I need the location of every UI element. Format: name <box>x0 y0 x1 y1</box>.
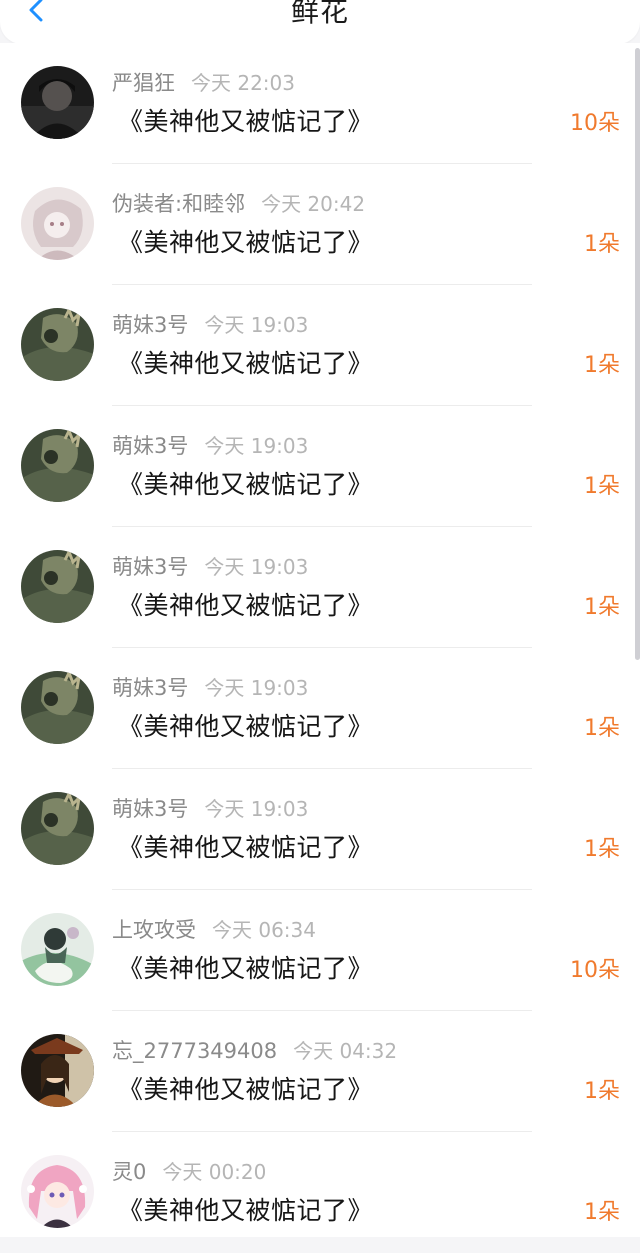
book-title: 《美神他又被惦记了》 <box>118 1075 374 1104</box>
flower-count: 1朵 <box>584 837 620 862</box>
timestamp: 今天 19:03 <box>204 797 309 821</box>
timestamp: 今天 20:42 <box>261 192 366 216</box>
user-name: 萌妹3号 今天 19:03 <box>112 434 309 458</box>
flower-count: 10朵 <box>570 111 620 136</box>
flower-count: 1朵 <box>584 232 620 257</box>
avatar[interactable] <box>21 550 94 623</box>
book-title: 《美神他又被惦记了》 <box>118 833 374 862</box>
flower-count: 1朵 <box>584 1079 620 1104</box>
list-item[interactable]: 伪装者:和睦邻 今天 20:42 《美神他又被惦记了》 1朵 <box>0 164 640 285</box>
scrollbar[interactable] <box>635 48 640 660</box>
list-item[interactable]: 萌妹3号 今天 19:03 《美神他又被惦记了》 1朵 <box>0 527 640 648</box>
list-item[interactable]: 萌妹3号 今天 19:03 《美神他又被惦记了》 1朵 <box>0 769 640 890</box>
list-item[interactable]: 忘_2777349408 今天 04:32 《美神他又被惦记了》 1朵 <box>0 1011 640 1132</box>
avatar[interactable] <box>21 913 94 986</box>
user-name: 严猖狂 今天 22:03 <box>112 71 295 95</box>
list-item[interactable]: 严猖狂 今天 22:03 《美神他又被惦记了》 10朵 <box>0 43 640 164</box>
book-title: 《美神他又被惦记了》 <box>118 107 374 136</box>
user-name: 萌妹3号 今天 19:03 <box>112 676 309 700</box>
flower-count: 1朵 <box>584 595 620 620</box>
user-name: 萌妹3号 今天 19:03 <box>112 797 309 821</box>
page-title: 鲜花 <box>290 0 349 28</box>
user-name: 灵0 今天 00:20 <box>112 1160 267 1184</box>
flower-count: 10朵 <box>570 958 620 983</box>
book-title: 《美神他又被惦记了》 <box>118 591 374 620</box>
avatar[interactable] <box>21 429 94 502</box>
book-title: 《美神他又被惦记了》 <box>118 712 374 741</box>
avatar[interactable] <box>21 308 94 381</box>
timestamp: 今天 19:03 <box>204 313 309 337</box>
flower-count: 1朵 <box>584 474 620 499</box>
list-item[interactable]: 萌妹3号 今天 19:03 《美神他又被惦记了》 1朵 <box>0 406 640 527</box>
timestamp: 今天 00:20 <box>162 1160 267 1184</box>
flower-count: 1朵 <box>584 353 620 378</box>
list-item[interactable]: 萌妹3号 今天 19:03 《美神他又被惦记了》 1朵 <box>0 285 640 406</box>
avatar[interactable] <box>21 66 94 139</box>
user-name: 忘_2777349408 今天 04:32 <box>112 1039 398 1063</box>
user-name: 萌妹3号 今天 19:03 <box>112 313 309 337</box>
user-name: 伪装者:和睦邻 今天 20:42 <box>112 192 366 216</box>
avatar[interactable] <box>21 792 94 865</box>
book-title: 《美神他又被惦记了》 <box>118 349 374 378</box>
book-title: 《美神他又被惦记了》 <box>118 470 374 499</box>
list-item[interactable]: 上攻攻受 今天 06:34 《美神他又被惦记了》 10朵 <box>0 890 640 1011</box>
timestamp: 今天 04:32 <box>293 1039 398 1063</box>
flower-count: 1朵 <box>584 1200 620 1225</box>
avatar[interactable] <box>21 1034 94 1107</box>
timestamp: 今天 22:03 <box>191 71 295 95</box>
timestamp: 今天 06:34 <box>212 918 316 942</box>
top-bar: 鲜花 <box>0 0 640 44</box>
list-item[interactable]: 灵0 今天 00:20 《美神他又被惦记了》 1朵 <box>0 1132 640 1253</box>
flower-count: 1朵 <box>584 716 620 741</box>
user-name: 萌妹3号 今天 19:03 <box>112 555 309 579</box>
flower-gift-list: 严猖狂 今天 22:03 《美神他又被惦记了》 10朵 伪装者:和睦邻 今天 20:… <box>0 43 640 1237</box>
book-title: 《美神他又被惦记了》 <box>118 228 374 257</box>
avatar[interactable] <box>21 187 94 260</box>
book-title: 《美神他又被惦记了》 <box>118 954 374 983</box>
list-item[interactable]: 萌妹3号 今天 19:03 《美神他又被惦记了》 1朵 <box>0 648 640 769</box>
timestamp: 今天 19:03 <box>204 434 309 458</box>
avatar[interactable] <box>21 671 94 744</box>
avatar[interactable] <box>21 1155 94 1228</box>
timestamp: 今天 19:03 <box>204 555 309 579</box>
user-name: 上攻攻受 今天 06:34 <box>112 918 316 942</box>
book-title: 《美神他又被惦记了》 <box>118 1196 374 1225</box>
timestamp: 今天 19:03 <box>204 676 309 700</box>
